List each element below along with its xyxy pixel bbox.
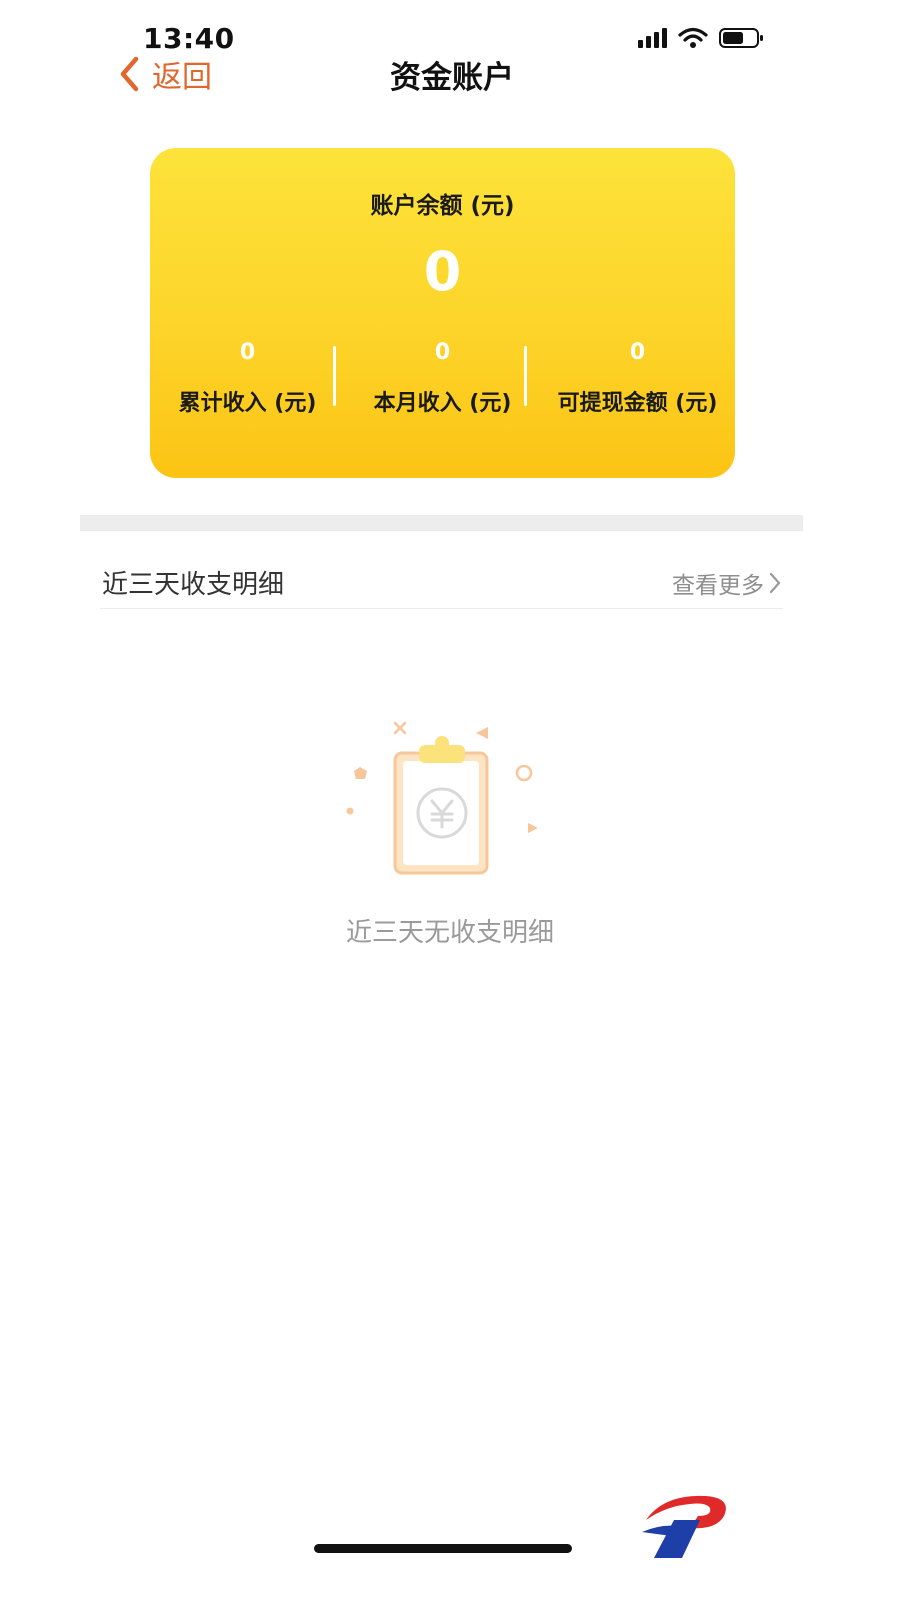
back-label: 返回	[152, 60, 212, 95]
stat-withdrawable: 0 可提现金额 (元)	[540, 338, 735, 418]
empty-state-text: 近三天无收支明细	[345, 918, 554, 948]
stat-label: 本月收入 (元)	[373, 391, 512, 416]
back-button[interactable]: 返回	[118, 52, 212, 96]
balance-card: 账户余额 (元) 0 0 累计收入 (元) 0 本月收入 (元) 0 可提现金额…	[150, 148, 735, 478]
balance-stats: 0 累计收入 (元) 0 本月收入 (元) 0 可提现金额 (元)	[150, 338, 735, 418]
stat-label: 可提现金额 (元)	[557, 391, 718, 416]
chevron-right-icon	[769, 572, 781, 594]
stat-total-income: 0 累计收入 (元)	[150, 338, 345, 418]
status-time: 13:40	[143, 22, 235, 55]
stat-divider	[333, 346, 336, 406]
battery-icon	[719, 28, 763, 48]
view-more-link[interactable]: 查看更多	[672, 566, 782, 600]
wifi-icon	[678, 27, 708, 48]
section-title: 近三天收支明细	[102, 570, 285, 600]
empty-clipboard-yuan-icon	[346, 721, 538, 875]
home-indicator	[314, 1544, 572, 1553]
chevron-left-icon	[120, 56, 139, 92]
balance-title: 账户余额 (元)	[370, 193, 515, 219]
stat-value: 0	[434, 340, 451, 365]
brand-logo-icon	[642, 1495, 726, 1558]
status-icons	[638, 26, 766, 50]
section-separator	[80, 515, 803, 531]
stat-month-income: 0 本月收入 (元)	[345, 338, 540, 418]
stat-divider	[524, 346, 527, 406]
view-more-label: 查看更多	[672, 573, 764, 599]
signal-icon	[638, 28, 667, 48]
section-divider	[100, 608, 783, 609]
stat-value: 0	[629, 340, 646, 365]
balance-value: 0	[423, 240, 462, 303]
stat-label: 累计收入 (元)	[178, 391, 317, 416]
stat-value: 0	[239, 340, 256, 365]
